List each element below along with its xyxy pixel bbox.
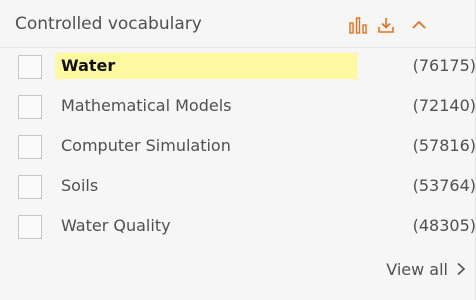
facet-item-count: (53764)	[412, 176, 476, 195]
facet-item-count: (72140)	[412, 96, 476, 115]
checkbox[interactable]	[18, 215, 42, 239]
facet-item-label: Water	[61, 56, 116, 75]
view-all-label: View all	[386, 260, 448, 279]
checkbox[interactable]	[18, 55, 42, 79]
facet-item-label-wrap: Computer Simulation	[55, 133, 357, 159]
chevron-up-icon[interactable]	[410, 16, 428, 34]
facet-header: Controlled vocabulary	[0, 0, 476, 48]
facet-item-soils[interactable]: Soils (53764)	[0, 168, 476, 208]
facet-item-label: Mathematical Models	[61, 96, 232, 115]
facet-item-label: Water Quality	[61, 216, 171, 235]
facet-item-computer-simulation[interactable]: Computer Simulation (57816)	[0, 128, 476, 168]
highlight-bar: Water	[55, 53, 357, 79]
facet-item-label: Computer Simulation	[61, 136, 231, 155]
chevron-right-icon	[456, 261, 466, 281]
controlled-vocabulary-facet: Controlled vocabulary Water (76175) Math…	[0, 0, 476, 300]
checkbox[interactable]	[18, 95, 42, 119]
facet-item-water-quality[interactable]: Water Quality (48305)	[0, 208, 476, 248]
facet-item-count: (76175)	[412, 56, 476, 75]
facet-item-label-wrap: Soils	[55, 173, 357, 199]
bar-chart-icon[interactable]	[349, 16, 367, 34]
checkbox[interactable]	[18, 175, 42, 199]
facet-title: Controlled vocabulary	[15, 14, 202, 34]
facet-item-mathematical-models[interactable]: Mathematical Models (72140)	[0, 88, 476, 128]
checkbox[interactable]	[18, 135, 42, 159]
facet-item-count: (48305)	[412, 216, 476, 235]
facet-item-water[interactable]: Water (76175)	[0, 48, 476, 88]
view-all-link[interactable]: View all	[386, 260, 466, 281]
facet-item-label-wrap: Water Quality	[55, 213, 357, 239]
facet-item-label-wrap: Mathematical Models	[55, 93, 357, 119]
download-icon[interactable]	[377, 16, 395, 34]
facet-item-count: (57816)	[412, 136, 476, 155]
facet-item-label: Soils	[61, 176, 99, 195]
